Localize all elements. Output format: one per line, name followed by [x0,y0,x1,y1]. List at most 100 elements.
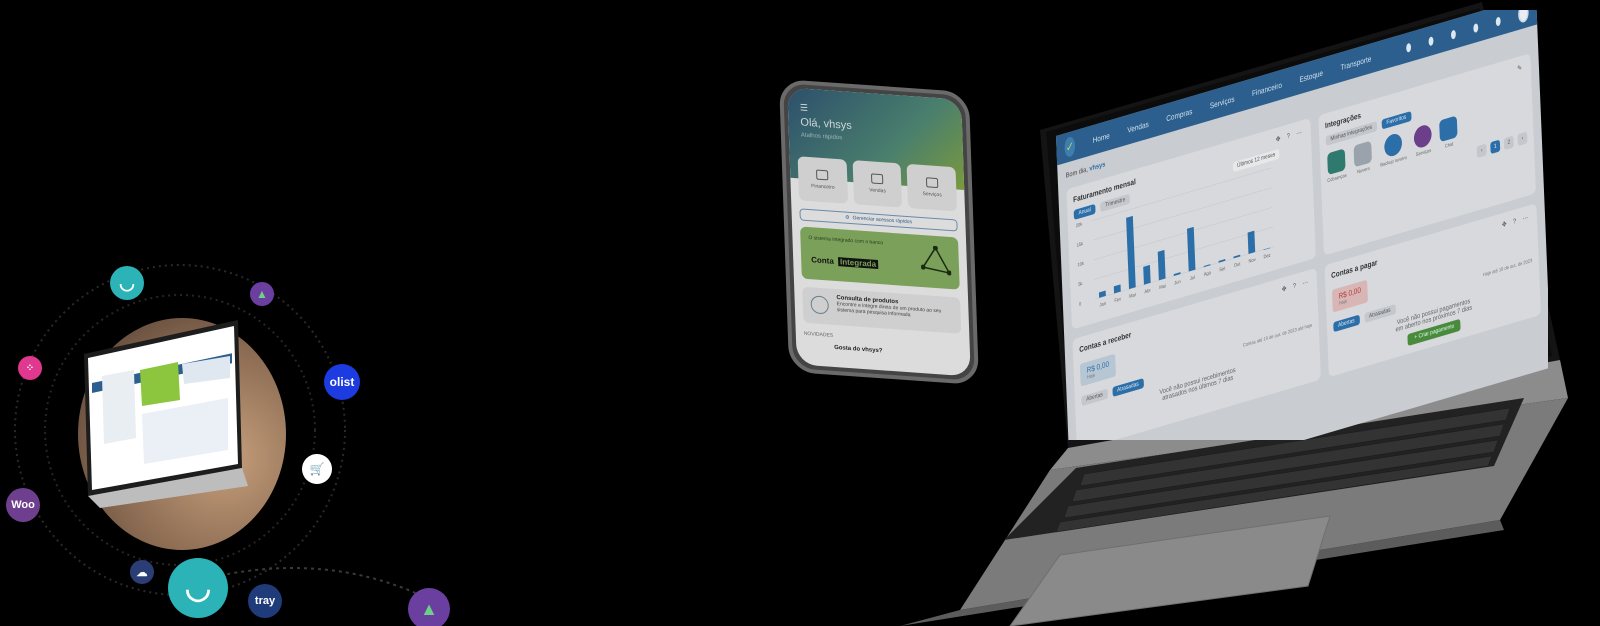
woo-badge: Woo [6,488,40,522]
bar-out[interactable] [1233,254,1241,259]
integration-label: Serviços [1415,147,1432,159]
unico-large-badge: ◡ [168,558,228,618]
finance-icon [816,169,829,181]
prev-page-icon[interactable]: ‹ [1476,143,1487,159]
olist-badge: olist [324,364,360,400]
woo-label: Woo [11,499,35,511]
olist-label: olist [329,375,355,389]
card-tools-icons[interactable]: ✥ ? ⋯ [1282,278,1311,294]
nav-financeiro[interactable]: Financeiro [1252,80,1282,98]
laptop-screen: ✓ Home Vendas Compras Serviços Financeir… [1048,10,1548,440]
dots-icon: ⁘ [25,362,35,374]
cloud-icon: ☁ [136,566,148,579]
y-tick-label: 15k [1077,241,1084,248]
greeting-prefix: Bom dia, [1065,166,1088,180]
x-tick-label: Fev [1114,296,1122,304]
bell-icon[interactable] [1495,15,1501,27]
apps-icon[interactable] [1428,35,1434,46]
cart-icon: 🛒 [309,462,325,476]
page-1[interactable]: 1 [1490,139,1501,155]
green-arrow-small-badge: ▲ [250,282,274,306]
banner-highlight: Integrada [837,257,879,269]
grid-line [1091,167,1272,221]
x-tick-label: Nov [1248,256,1256,264]
nav-vendas[interactable]: Vendas [1127,119,1149,134]
tile-label: Financeiro [811,183,835,191]
nav-home[interactable]: Home [1092,131,1109,145]
unico-icon: ◡ [119,272,135,293]
receivables-value: R$ 0,00 Hoje [1079,353,1117,387]
x-tick-label: Mai [1159,283,1166,290]
x-tick-label: Mar [1129,291,1137,299]
grid-line [1093,206,1273,261]
integration-label: Backup nuvem [1380,154,1407,169]
unico-small-badge: ◡ [110,266,144,300]
integration-cobrancas[interactable]: Cobranças [1326,148,1347,184]
nav-servicos[interactable]: Serviços [1210,94,1235,110]
page-2[interactable]: 2 [1503,135,1514,151]
card-tools-icons[interactable]: ✥ ? ⋯ [1502,213,1531,229]
pink-dots-badge: ⁘ [18,356,42,380]
x-tick-label: Out [1234,261,1241,268]
integration-nuvem[interactable]: Nuvem [1353,140,1373,177]
tab-favoritos[interactable]: Favoritos [1381,111,1412,130]
bar-abr[interactable] [1143,264,1151,285]
x-tick-label: Set [1219,265,1226,272]
green-arrow-large-badge: ▲ [408,588,450,626]
arrow-up-large-icon: ▲ [420,598,438,619]
avatar[interactable] [1517,10,1529,24]
bar-mai[interactable] [1157,249,1166,281]
x-tick-label: Jan [1099,300,1106,307]
y-tick-label: 5k [1078,280,1083,287]
unico-large-icon: ◡ [184,571,212,605]
menu-icon[interactable]: ☰ [800,102,808,114]
gear-icon: ⚙ [845,214,850,221]
dashboard: ✓ Home Vendas Compras Serviços Financeir… [1056,10,1548,440]
y-tick-label: 0 [1079,301,1082,307]
x-tick-label: Ago [1204,270,1212,278]
next-page-icon[interactable]: › [1517,131,1528,147]
bar-set[interactable] [1218,259,1226,263]
bar-nov[interactable] [1247,230,1256,255]
bar-fev[interactable] [1113,284,1121,294]
bar-jun[interactable] [1173,272,1181,276]
x-tick-label: Jun [1174,278,1181,285]
sales-icon [870,173,884,185]
help-icon[interactable] [1450,29,1457,40]
barcode-icon [810,295,830,315]
greeting-name: vhsys [1089,161,1106,173]
banner-prefix: Conta [811,255,834,266]
bar-jul[interactable] [1187,226,1196,272]
bar-jan[interactable] [1098,290,1106,298]
laptop-mockup: ✓ Home Vendas Compras Serviços Financeir… [900,0,1600,626]
x-tick-label: Jul [1190,274,1195,281]
grid-line [1094,226,1274,280]
integration-chat[interactable]: Chat [1439,115,1458,151]
integration-label: Nuvem [1357,165,1370,176]
mini-laptop-illustration [84,320,248,508]
tile-label: Vendas [869,187,887,195]
tile-financeiro[interactable]: Financeiro [797,156,848,204]
x-tick-label: Abr [1144,287,1151,294]
trash-icon[interactable] [1406,42,1412,53]
tile-vendas[interactable]: Vendas [852,160,903,208]
integration-label: Chat [1444,141,1454,150]
nav-compras[interactable]: Compras [1166,106,1192,122]
x-tick-label: Dez [1263,252,1271,260]
vhsys-logo-icon[interactable]: ✓ [1064,135,1076,159]
integration-backup[interactable]: Backup nuvem [1379,130,1407,169]
arrow-up-icon: ▲ [256,287,268,301]
card-tools-icons[interactable]: ✥ ? ⋯ [1276,128,1305,144]
tray-badge: tray [248,584,282,618]
integration-servicos[interactable]: Serviços [1413,122,1433,159]
gear-icon[interactable] [1473,22,1479,33]
y-tick-label: 10k [1077,260,1084,267]
cloud-badge: ☁ [130,560,154,584]
nav-estoque[interactable]: Estoque [1299,68,1323,84]
cart-badge: 🛒 [302,454,332,484]
payables-value: R$ 0,00 Hoje [1331,279,1368,313]
bar-mar[interactable] [1126,215,1136,290]
nav-transporte[interactable]: Transporte [1340,54,1371,72]
bar-dez[interactable] [1263,247,1271,251]
tray-label: tray [254,595,276,607]
